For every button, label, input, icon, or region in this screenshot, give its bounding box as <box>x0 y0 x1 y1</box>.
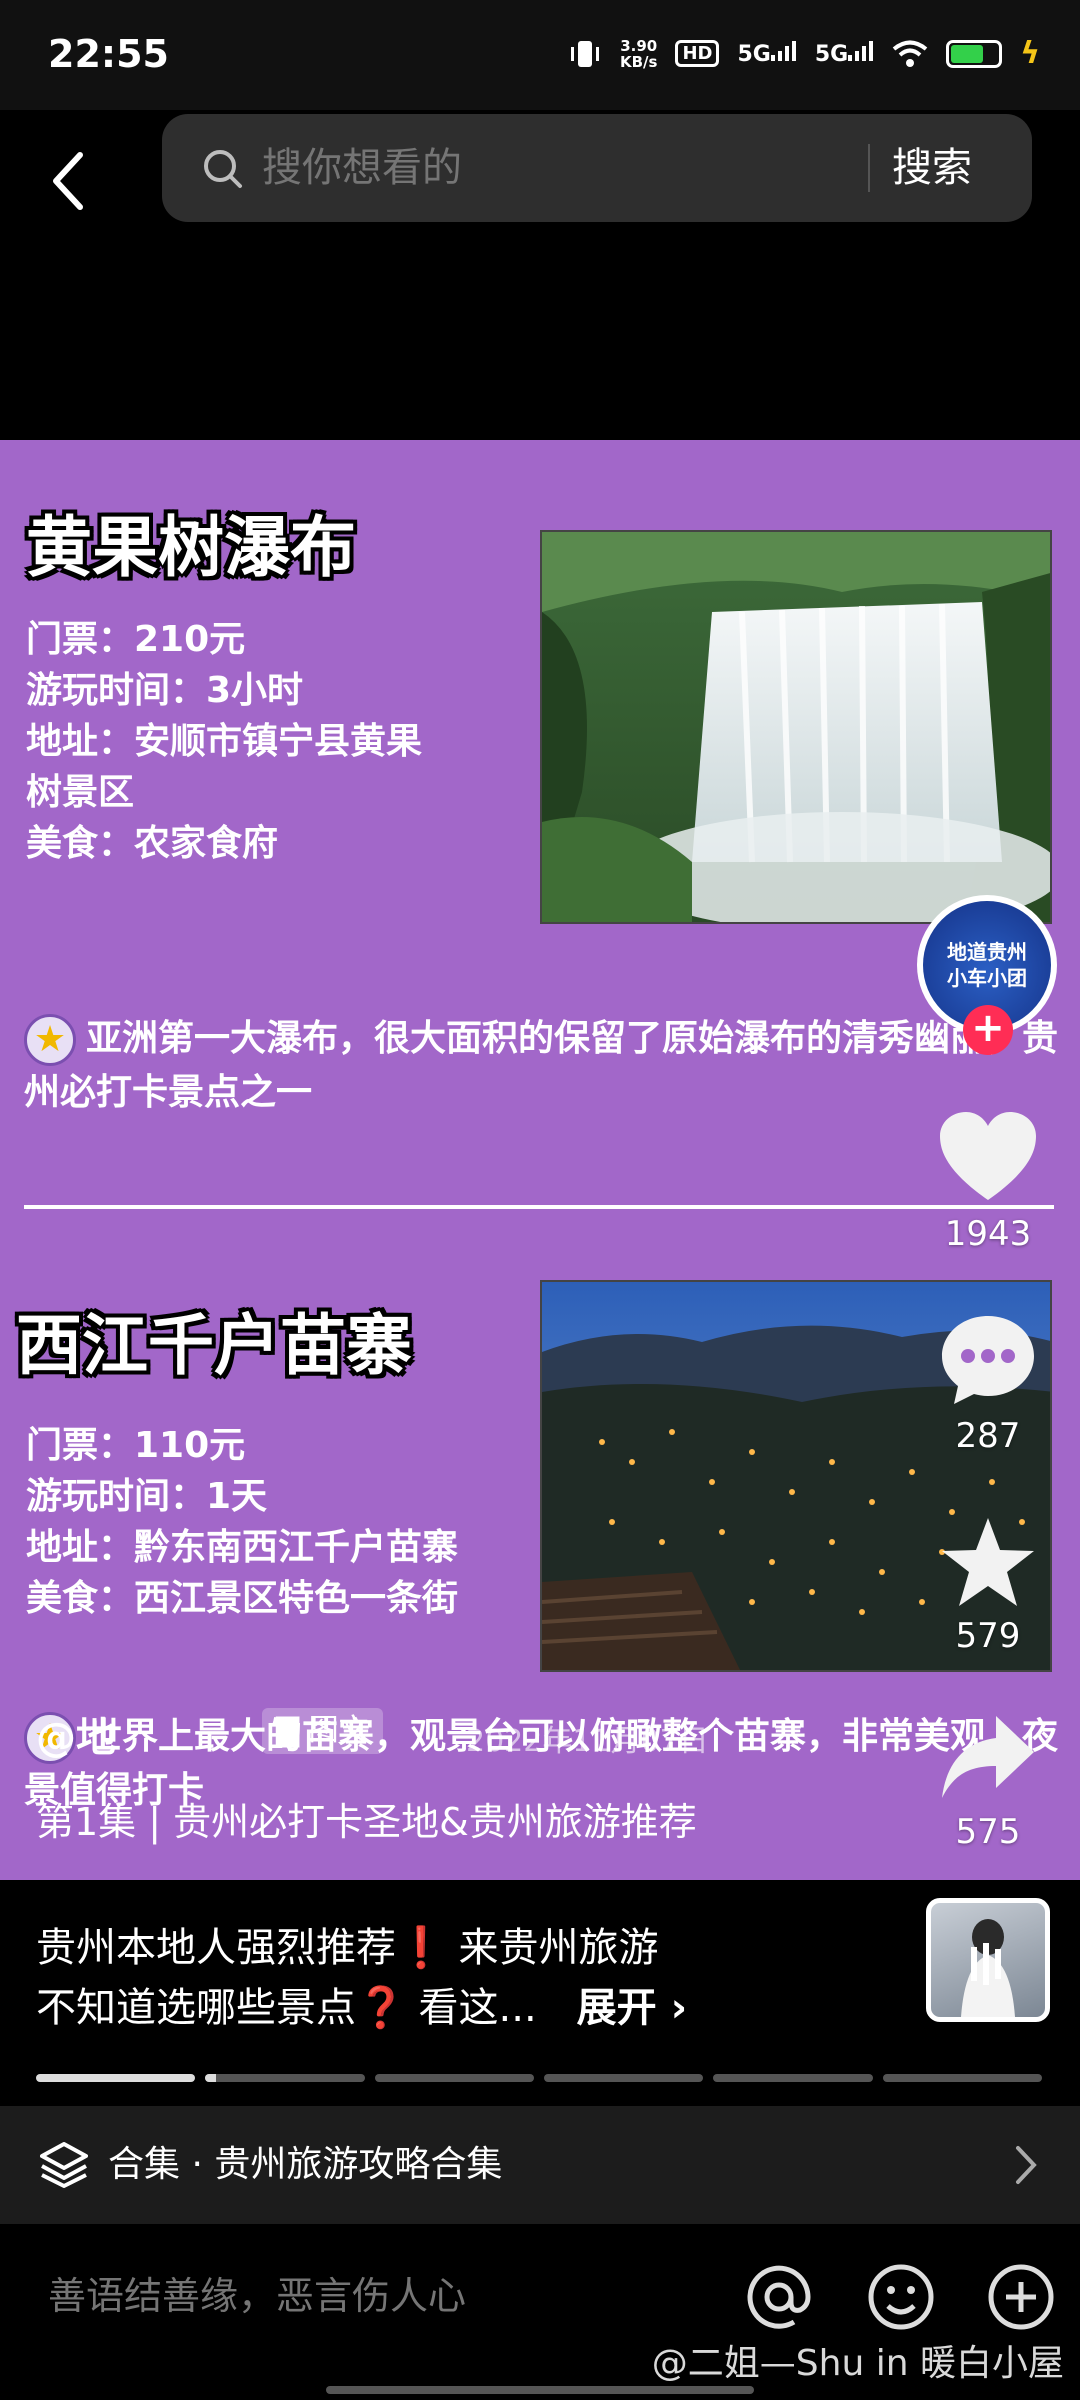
status-bar: 22:55 3.90 KB/s HD 5G 5G ϟ <box>0 0 1080 110</box>
comment-input[interactable] <box>48 2274 688 2318</box>
search-button[interactable]: 搜索 <box>892 114 972 222</box>
post-image-card[interactable]: 黄果树瀑布 门票：210元 游玩时间：3小时 地址：安顺市镇宁县黄果 树景区 美… <box>0 440 1080 1880</box>
collection-bar[interactable]: 合集 · 贵州旅游攻略合集 <box>0 2106 1080 2224</box>
top-header: 搜索 <box>0 110 1080 440</box>
author-handle[interactable]: @地 <box>36 1705 116 1763</box>
progress-segment <box>36 2074 196 2082</box>
progress-segment <box>882 2074 1042 2082</box>
ticket-price: 门票：210元 <box>26 619 246 660</box>
food: 美食：农家食府 <box>26 823 279 864</box>
comment-bar: @二姐—Shu in 暖白小屋 <box>0 2224 1080 2400</box>
food: 美食：西江景区特色一条街 <box>26 1578 459 1619</box>
back-button[interactable] <box>48 136 108 226</box>
add-icon[interactable] <box>986 2262 1056 2332</box>
progress-segment <box>543 2074 704 2082</box>
collection-label: 合集 · 贵州旅游攻略合集 <box>108 2144 503 2185</box>
post-date: 2022年11月07日 <box>466 1724 709 1759</box>
comment-icon[interactable] <box>938 1312 1038 1408</box>
episode-title[interactable]: 第1集 | 贵州必打卡圣地&贵州旅游推荐 <box>36 1795 796 1850</box>
waterfall-photo <box>540 530 1052 924</box>
favorite-count: 579 <box>955 1616 1021 1656</box>
signal-1-icon: 5G <box>737 40 796 67</box>
post-caption[interactable]: 贵州本地人强烈推荐❗ 来贵州旅游 不知道选哪些景点❓ 看这... 展开 › <box>36 1918 796 2038</box>
content-type-tag: ▇ 图文 <box>262 1708 383 1754</box>
chevron-left-icon <box>53 152 83 210</box>
progress-segment <box>374 2074 534 2082</box>
vibrate-icon <box>570 40 599 67</box>
music-cover[interactable] <box>926 1898 1050 2022</box>
chevron-right-icon <box>1016 2146 1037 2184</box>
address: 地址：黔东南西江千户苗寨 <box>26 1527 459 1568</box>
search-icon <box>204 150 242 188</box>
star-icon: ★ <box>24 1014 76 1066</box>
search-divider <box>868 144 870 192</box>
ticket-price: 门票：110元 <box>26 1425 246 1466</box>
spot-info: 门票：110元 游玩时间：1天 地址：黔东南西江千户苗寨 美食：西江景区特色一条… <box>26 1420 458 1624</box>
search-box[interactable]: 搜索 <box>162 114 1032 222</box>
search-input[interactable] <box>262 114 782 222</box>
spot-title: 西江千户苗寨 <box>16 1307 412 1384</box>
follow-button[interactable]: + <box>963 1005 1013 1055</box>
charging-icon: ϟ <box>1020 36 1040 71</box>
layers-icon <box>40 2142 88 2188</box>
divider <box>24 1205 1054 1209</box>
visit-duration: 游玩时间：1天 <box>26 1476 268 1517</box>
mention-icon[interactable] <box>744 2262 814 2332</box>
home-indicator[interactable] <box>326 2386 754 2394</box>
spot-description: ★ 亚洲第一大瀑布，很大面积的保留了原始瀑布的清秀幽丽，贵州必打卡景点之一 <box>24 1012 1064 1120</box>
expand-button[interactable]: 展开 › <box>577 1985 687 2031</box>
wifi-icon <box>892 40 928 67</box>
address: 地址：安顺市镇宁县黄果 <box>26 721 423 762</box>
favorite-star-icon[interactable] <box>938 1514 1038 1610</box>
watermark: @二姐—Shu in 暖白小屋 <box>651 2343 1064 2384</box>
status-time: 22:55 <box>48 32 169 76</box>
status-icons: 3.90 KB/s HD 5G 5G ϟ <box>568 36 1040 71</box>
spot-info: 门票：210元 游玩时间：3小时 地址：安顺市镇宁县黄果 树景区 美食：农家食府 <box>26 614 422 869</box>
comment-count: 287 <box>955 1416 1021 1456</box>
share-icon[interactable] <box>938 1712 1038 1802</box>
signal-2-icon: 5G <box>815 40 874 67</box>
emoji-icon[interactable] <box>866 2262 936 2332</box>
visit-duration: 游玩时间：3小时 <box>26 670 304 711</box>
like-icon[interactable] <box>938 1110 1038 1206</box>
progress-segment <box>713 2074 873 2082</box>
share-count: 575 <box>955 1812 1021 1852</box>
hd-badge: HD <box>675 40 720 67</box>
address-cont: 树景区 <box>26 772 135 813</box>
progress-segment <box>205 2074 365 2082</box>
spot-title: 黄果树瀑布 <box>26 509 356 586</box>
battery-icon <box>946 39 1003 68</box>
like-count: 1943 <box>944 1214 1032 1254</box>
image-progress-bar <box>36 2074 1042 2082</box>
net-speed: 3.90 KB/s <box>619 36 658 71</box>
